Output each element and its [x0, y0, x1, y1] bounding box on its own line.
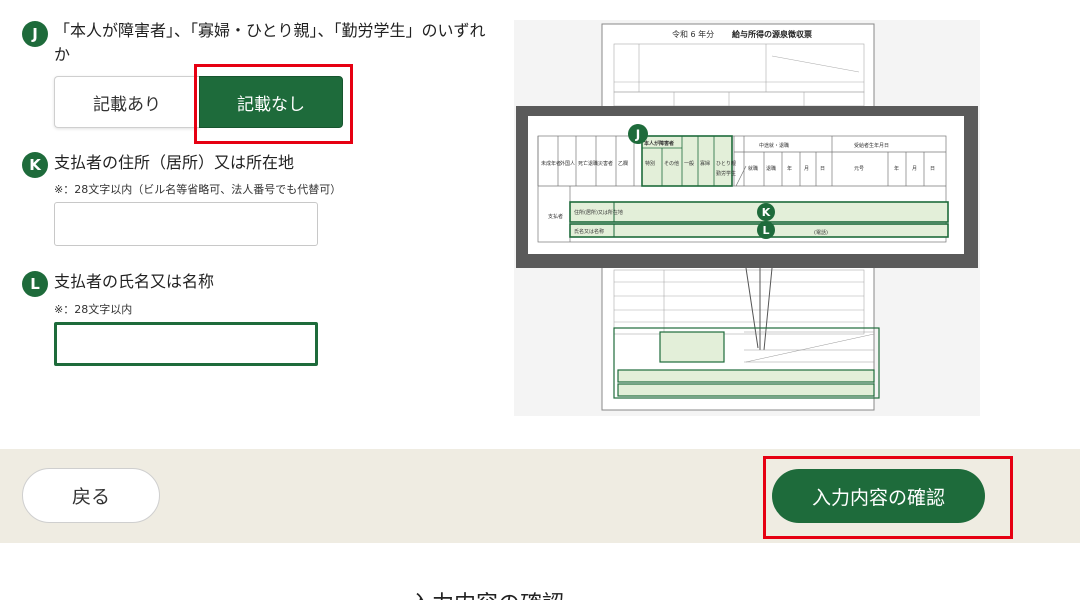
zoom-col-single-parent: ひとり親	[716, 160, 736, 167]
zoom-col-student: 勤労学生	[716, 170, 736, 177]
zoom-badge-k: K	[762, 206, 771, 219]
zoom-payer-side: 支払者	[548, 213, 563, 220]
zoom-col-day: 日	[820, 166, 825, 172]
zoom-col-birth-month: 月	[912, 166, 917, 172]
withholding-slip-illustration: 令和 6 年分 給与所得の源泉徴収票 本人が障害者 中途就・退職 受給者生年月日…	[514, 20, 980, 416]
zoom-col-year: 年	[787, 165, 792, 172]
payer-address-input[interactable]	[54, 202, 318, 246]
zoom-col-widow: 寡婦	[700, 160, 710, 167]
zoom-col-birth-day: 日	[930, 166, 935, 172]
doc-year: 令和 6 年分	[672, 29, 714, 39]
back-button[interactable]: 戻る	[22, 468, 160, 523]
zoom-col-hire: 就職	[748, 165, 758, 172]
zoom-col-birth-year: 年	[894, 165, 899, 172]
zoom-header-main: 本人が障害者	[643, 140, 674, 147]
badge-k: K	[22, 152, 48, 178]
zoom-col-disaster: 災害者	[598, 160, 613, 167]
question-l-note: ※：28文字以内	[54, 303, 133, 316]
badge-l: L	[22, 271, 48, 297]
option-no-button[interactable]: 記載なし	[199, 76, 343, 128]
zoom-header-birth: 受給者生年月日	[854, 142, 889, 149]
zoom-phone-label: (電話)	[814, 229, 828, 236]
zoom-badge-j: J	[635, 128, 640, 142]
question-j-label: 「本人が障害者」、「寡婦・ひとり親」、「勤労学生」のいずれか	[54, 21, 486, 64]
zoom-col-death: 死亡退職	[578, 160, 598, 167]
payer-name-input[interactable]	[54, 322, 318, 366]
zoom-col-minor: 未成年者	[541, 160, 561, 167]
zoom-col-general: 一般	[684, 160, 694, 167]
form-page: J 「本人が障害者」、「寡婦・ひとり親」、「勤労学生」のいずれか 記載あり 記載…	[0, 0, 1080, 600]
option-yes-button[interactable]: 記載あり	[54, 76, 199, 128]
zoom-col-retire: 退職	[766, 165, 776, 172]
zoom-col-era: 元号	[854, 166, 864, 172]
zoom-col-other: その他	[664, 160, 679, 167]
zoom-col-special: 特別	[645, 160, 655, 167]
question-l-label: 支払者の氏名又は名称	[54, 272, 215, 291]
zoom-col-month: 月	[804, 166, 809, 172]
zoom-row-k-label: 住所(居所)又は所在地	[574, 209, 623, 216]
next-section-heading: 入力内容の確認	[410, 586, 564, 600]
confirm-input-button[interactable]: 入力内容の確認	[772, 469, 985, 523]
question-k-note: ※：28文字以内（ビル名等省略可、法人番号でも代替可）	[54, 183, 342, 196]
zoom-col-foreigner: 外国人	[560, 160, 575, 167]
badge-j: J	[22, 21, 48, 47]
question-k-label: 支払者の住所（居所）又は所在地	[54, 153, 295, 172]
doc-title: 給与所得の源泉徴収票	[732, 29, 812, 39]
zoom-row-l-label: 氏名又は名称	[574, 228, 604, 235]
zoom-badge-l: L	[762, 224, 769, 237]
zoom-header-right: 中途就・退職	[759, 142, 789, 149]
zoom-col-otsu: 乙欄	[618, 160, 628, 167]
